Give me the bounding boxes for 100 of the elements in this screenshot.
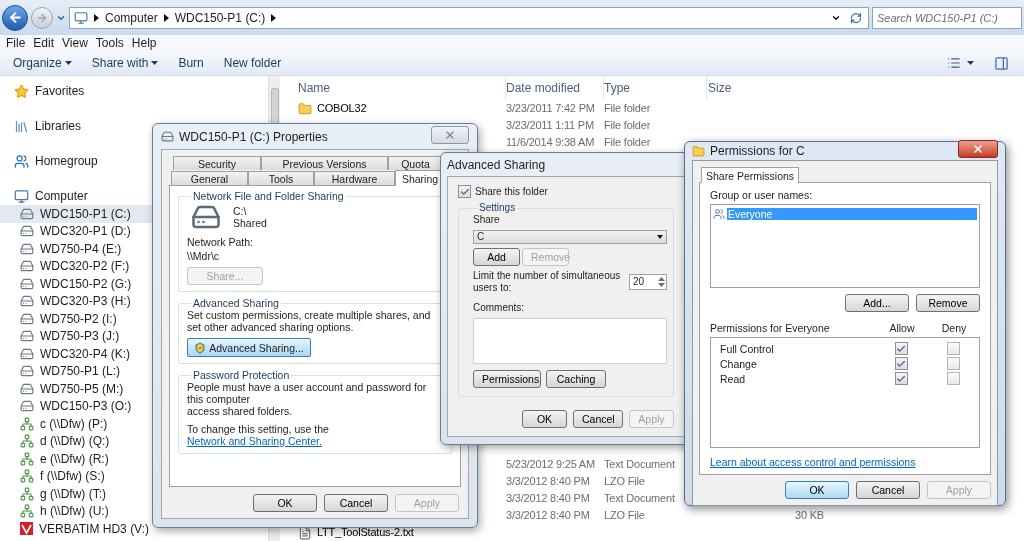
permission-name: Change <box>720 357 758 370</box>
caching-button[interactable]: Caching <box>546 370 606 388</box>
tab[interactable]: Security <box>173 156 261 170</box>
network-drive-icon <box>20 469 34 484</box>
type-cell: File folder <box>604 102 651 115</box>
caret-icon <box>151 61 159 65</box>
sidebar-item[interactable]: f (\\Dfw) (S:) <box>0 467 268 485</box>
chevron-icon <box>163 13 169 22</box>
column-header[interactable]: Size <box>708 79 732 97</box>
tab[interactable]: General <box>171 171 248 185</box>
tab[interactable]: Share Permissions <box>701 167 800 183</box>
password-description: access shared folders. <box>187 405 294 417</box>
search-field[interactable]: Search WDC150-P1 (C:) <box>872 6 1022 29</box>
dialog-button[interactable]: Cancel <box>573 410 623 428</box>
square-icon <box>20 522 33 536</box>
network-drive-icon <box>20 486 34 501</box>
library-icon <box>14 118 29 134</box>
type-cell: Text Document <box>604 458 675 471</box>
add-button[interactable]: Add... <box>845 294 909 312</box>
drive-icon <box>20 294 34 309</box>
toolbar-button[interactable]: Organize <box>10 54 75 72</box>
type-cell: LZO File <box>604 509 645 522</box>
checkmark-icon <box>896 343 906 354</box>
allow-checkbox[interactable] <box>894 357 908 370</box>
type-cell: LZO File <box>604 475 645 488</box>
menu-item[interactable]: Tools <box>91 37 128 49</box>
refresh-icon <box>850 11 862 24</box>
menu-item[interactable]: Edit <box>29 37 59 49</box>
checkbox-label[interactable]: Share this folder <box>475 185 548 198</box>
add-button[interactable]: Add <box>473 248 520 266</box>
dialog-button[interactable]: OK <box>253 494 317 512</box>
drive-icon <box>161 130 174 143</box>
column-header: Deny <box>940 322 968 334</box>
checkmark-icon <box>896 373 906 384</box>
dialog-button[interactable]: OK <box>785 481 849 499</box>
deny-checkbox[interactable] <box>946 357 960 370</box>
column-header[interactable]: Type <box>604 79 630 97</box>
drive-icon <box>20 224 34 239</box>
chevron-icon <box>94 13 99 22</box>
tab[interactable]: Tools <box>248 171 314 185</box>
drive-icon <box>20 364 34 379</box>
dialog-title: Advanced Sharing <box>447 156 546 174</box>
preview-pane-icon <box>994 55 1009 71</box>
dialog-button[interactable]: OK <box>522 410 567 428</box>
dialog-button[interactable]: Cancel <box>324 494 388 512</box>
file-name[interactable]: LTT_ToolStatus-2.txt <box>317 524 414 541</box>
type-cell: Text Document <box>604 492 675 505</box>
monitor-icon <box>14 188 29 204</box>
tab[interactable]: Previous Versions <box>261 156 388 170</box>
close-icon <box>972 143 984 155</box>
dialog-button[interactable]: Cancel <box>856 481 920 499</box>
date-cell: 3/23/2011 7:42 PM <box>506 102 595 115</box>
drive-icon <box>20 311 34 326</box>
deny-checkbox[interactable] <box>946 372 960 385</box>
folder-path: C:\ <box>233 205 248 217</box>
tab[interactable]: Quota <box>388 156 443 170</box>
toolbar-button[interactable]: New folder <box>220 54 285 72</box>
sidebar-item[interactable]: e (\\Dfw) (R:) <box>0 450 268 468</box>
remove-button[interactable]: Remove <box>916 294 980 312</box>
share-name-combobox[interactable]: C <box>473 230 667 244</box>
breadcrumb[interactable]: WDC150-P1 (C:) <box>174 8 266 27</box>
allow-checkbox[interactable] <box>894 342 908 355</box>
date-cell: 3/23/2011 1:11 PM <box>506 119 594 132</box>
checkmark-icon <box>896 358 906 369</box>
section-heading: Password Protection <box>192 369 291 381</box>
people-icon <box>14 153 29 169</box>
toolbar-button[interactable]: Burn <box>175 54 207 72</box>
date-cell: 3/3/2012 8:40 PM <box>506 492 590 505</box>
checkmark-icon <box>459 186 470 197</box>
network-sharing-center-link[interactable]: Network and Sharing Center. <box>187 435 322 447</box>
list-view-icon <box>947 56 961 70</box>
advanced-sharing-description: Set custom permissions, create multiple shares, and set other advanced sharing options. <box>187 309 432 333</box>
type-cell: File folder <box>604 119 651 132</box>
back-button[interactable] <box>2 4 28 31</box>
toolbar-button[interactable]: Share with <box>88 54 162 72</box>
tab[interactable]: Hardware <box>314 171 395 185</box>
menu-item[interactable]: Help <box>127 37 161 49</box>
close-button[interactable] <box>958 140 998 158</box>
menu-item[interactable]: View <box>58 37 92 49</box>
address-field[interactable]: Computer WDC150-P1 (C:) <box>69 6 869 29</box>
column-header[interactable]: Name <box>298 79 330 97</box>
network-drive-icon <box>20 434 34 449</box>
menu-item[interactable]: File <box>2 37 30 49</box>
checkbox[interactable] <box>458 185 471 198</box>
sidebar-item[interactable]: Favorites <box>0 82 268 100</box>
advanced-sharing-button[interactable]: Advanced Sharing... <box>187 338 311 357</box>
user-limit-spinner[interactable]: 20 <box>629 274 667 290</box>
file-name[interactable]: COBOL32 <box>317 100 367 117</box>
change-setting-text: To change this setting, use the Network and Sharing Center. <box>187 423 330 447</box>
allow-checkbox[interactable] <box>894 372 908 385</box>
help-link[interactable]: Learn about access control and permissions <box>710 456 916 468</box>
type-cell: File folder <box>604 136 651 149</box>
permission-name: Full Control <box>720 342 775 355</box>
drive-icon <box>20 381 34 396</box>
column-header[interactable]: Date modified <box>506 79 581 97</box>
deny-checkbox[interactable] <box>946 342 960 355</box>
spinner-arrows-icon <box>657 275 666 289</box>
breadcrumb[interactable]: Computer <box>105 8 158 27</box>
comments-field[interactable] <box>473 318 667 364</box>
permissions-button[interactable]: Permissions <box>473 370 541 388</box>
